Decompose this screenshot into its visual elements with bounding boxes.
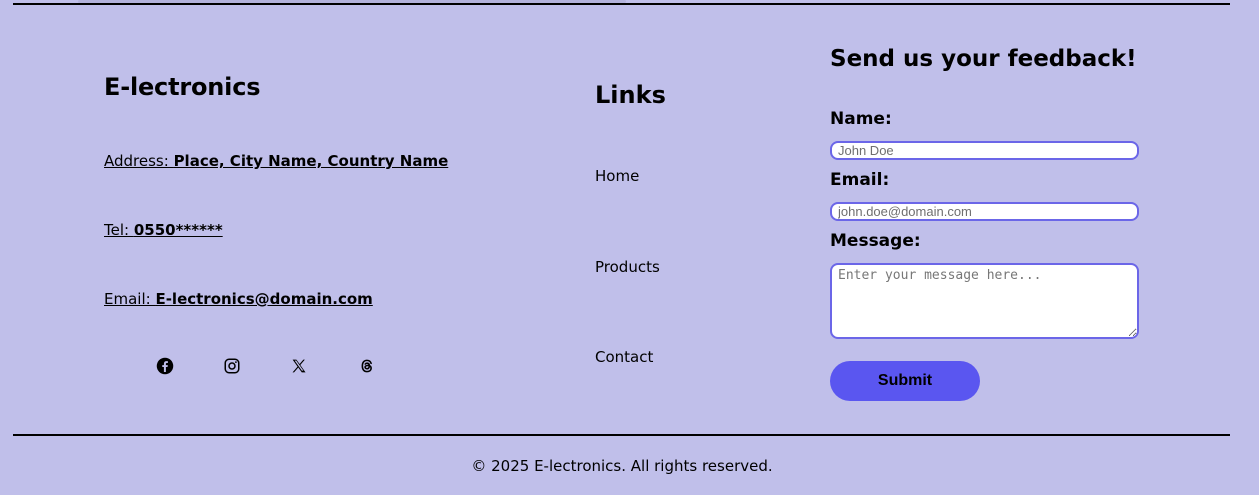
message-label: Message: (830, 231, 921, 251)
nav-link-home[interactable]: Home (595, 167, 639, 185)
tel-label: Tel: (104, 221, 134, 239)
feedback-heading: Send us your feedback! (830, 46, 1137, 72)
address-line: Address: Place, City Name, Country Name (104, 152, 448, 170)
address-value: Place, City Name, Country Name (173, 152, 449, 170)
x-icon[interactable] (289, 356, 309, 376)
links-heading: Links (595, 81, 666, 109)
footer-section: E-lectronics Address: Place, City Name, … (0, 0, 1259, 495)
nav-link-products[interactable]: Products (595, 258, 660, 276)
message-textarea[interactable] (830, 263, 1139, 339)
top-divider (13, 3, 1230, 5)
email-label: Email: (830, 170, 890, 190)
brand-title: E-lectronics (104, 73, 261, 101)
name-input[interactable] (830, 141, 1139, 160)
facebook-icon[interactable] (155, 356, 175, 376)
copyright-text: © 2025 E-lectronics. All rights reserved… (471, 457, 773, 475)
name-label: Name: (830, 109, 892, 129)
submit-button[interactable]: Submit (830, 361, 980, 401)
email-value[interactable]: E-lectronics@domain.com (155, 290, 372, 308)
bottom-divider (13, 434, 1230, 436)
instagram-icon[interactable] (222, 356, 242, 376)
threads-icon[interactable] (357, 356, 377, 376)
email-label: Email: (104, 290, 156, 308)
tel-value[interactable]: 0550****** (134, 221, 223, 239)
email-line[interactable]: Email: E-lectronics@domain.com (104, 290, 373, 308)
email-input[interactable] (830, 202, 1139, 221)
address-label: Address: (104, 152, 174, 170)
tel-line[interactable]: Tel: 0550****** (104, 221, 223, 239)
nav-link-contact[interactable]: Contact (595, 348, 653, 366)
